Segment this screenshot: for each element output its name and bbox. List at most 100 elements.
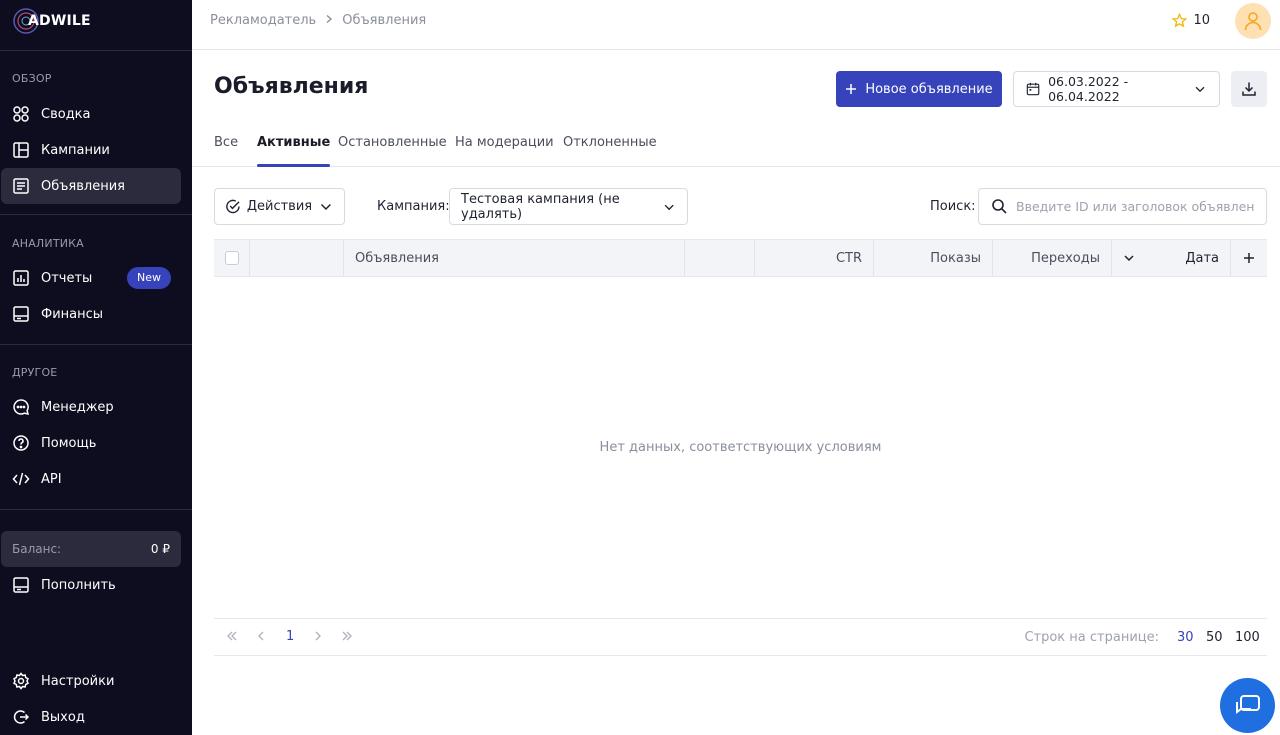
reports-icon xyxy=(12,269,30,287)
date-range-picker[interactable]: 06.03.2022 - 06.04.2022 xyxy=(1013,71,1220,107)
column-header-clicks[interactable]: Переходы xyxy=(993,240,1112,276)
next-page-button[interactable] xyxy=(311,629,325,643)
calendar-icon xyxy=(1026,82,1040,96)
chevron-right-icon xyxy=(315,631,321,641)
tabs: Все Активные Остановленные На модерации … xyxy=(192,126,1280,167)
sidebar-item-label: Отчеты xyxy=(41,270,93,286)
last-page-button[interactable] xyxy=(340,629,354,643)
tab-rejected[interactable]: Отклоненные xyxy=(563,135,657,166)
sidebar-item-finance[interactable]: Финансы xyxy=(0,296,182,332)
campaign-select-value: Тестовая кампания (не удалять) xyxy=(461,191,620,222)
chevron-left-icon xyxy=(258,631,264,641)
pagination: 1 Строк на странице: 30 50 100 xyxy=(214,618,1267,656)
breadcrumb: Рекламодатель Объявления xyxy=(210,13,426,28)
rows-option-30[interactable]: 30 xyxy=(1177,630,1194,645)
finance-icon xyxy=(12,305,30,323)
points-counter[interactable]: 10 xyxy=(1172,13,1210,28)
sidebar-item-label: Выход xyxy=(41,709,85,725)
sidebar-divider xyxy=(0,344,192,345)
section-title-analytics: Аналитика xyxy=(12,237,84,250)
support-chat-button[interactable] xyxy=(1220,678,1275,733)
sidebar-divider xyxy=(0,509,192,510)
add-column-button[interactable] xyxy=(1231,240,1267,276)
column-header-ctr[interactable]: CTR xyxy=(755,240,874,276)
campaigns-icon xyxy=(12,141,30,159)
sidebar-item-ads[interactable]: Объявления xyxy=(1,168,181,204)
search-box xyxy=(978,188,1267,225)
sidebar-item-label: Объявления xyxy=(41,178,125,194)
rows-per-page-label: Строк на странице: xyxy=(1024,630,1159,645)
sidebar-item-campaigns[interactable]: Кампании xyxy=(0,132,182,168)
select-all-checkbox[interactable] xyxy=(224,251,239,265)
new-badge: New xyxy=(127,267,171,289)
search-input[interactable] xyxy=(1016,199,1254,214)
avatar[interactable] xyxy=(1235,3,1271,39)
breadcrumb-item-ads: Объявления xyxy=(342,13,427,28)
breadcrumb-item-advertiser[interactable]: Рекламодатель xyxy=(210,13,316,28)
plus-icon xyxy=(846,84,857,94)
rows-option-100[interactable]: 100 xyxy=(1235,630,1260,645)
sidebar-item-label: Кампании xyxy=(41,142,110,158)
column-header-date-cell[interactable]: Дата xyxy=(1112,240,1231,276)
section-title-other: Другое xyxy=(12,366,58,379)
brand-name: ADWILE xyxy=(28,13,91,29)
sidebar-item-settings[interactable]: Настройки xyxy=(0,663,182,699)
empty-state-message: Нет данных, соответствующих условиям xyxy=(599,440,882,455)
brand-logo[interactable]: ADWILE xyxy=(12,6,91,36)
sidebar-item-logout[interactable]: Выход xyxy=(0,699,182,735)
points-value: 10 xyxy=(1193,13,1210,28)
page-number[interactable]: 1 xyxy=(286,629,294,644)
actions-label: Действия xyxy=(246,199,313,214)
column-header-impressions[interactable]: Показы xyxy=(874,240,993,276)
topbar: Рекламодатель Объявления 10 xyxy=(192,0,1280,50)
tab-stopped[interactable]: Остановленные xyxy=(338,135,447,166)
tab-all[interactable]: Все xyxy=(214,135,238,166)
sidebar-item-label: Менеджер xyxy=(41,399,114,415)
column-header-ads[interactable]: Объявления xyxy=(344,240,685,276)
tab-moderation[interactable]: На модерации xyxy=(455,135,554,166)
new-ad-button-label: Новое объявление xyxy=(865,81,993,97)
header-select-all-cell xyxy=(214,240,250,276)
date-range-value: 06.03.2022 - 06.04.2022 xyxy=(1048,74,1129,104)
search-label: Поиск: xyxy=(930,199,976,214)
download-button[interactable] xyxy=(1231,71,1267,107)
sidebar-item-label: Пополнить xyxy=(41,577,116,593)
sidebar-item-help[interactable]: Помощь xyxy=(0,425,182,461)
table-header: Объявления CTR Показы Переходы Дата xyxy=(214,239,1267,277)
sidebar-item-label: API xyxy=(41,471,62,487)
logout-icon xyxy=(12,708,30,726)
first-page-button[interactable] xyxy=(225,629,239,643)
sidebar-item-label: Финансы xyxy=(41,306,104,322)
balance-box: Баланс: 0 ₽ xyxy=(1,531,181,567)
sidebar-item-api[interactable]: API xyxy=(0,461,182,497)
actions-dropdown[interactable]: Действия xyxy=(214,188,345,225)
dashboard-icon xyxy=(12,105,30,123)
header-cell-status xyxy=(685,240,755,276)
balance-label: Баланс: xyxy=(12,542,62,556)
sidebar-item-reports[interactable]: Отчеты New xyxy=(0,260,182,296)
sidebar-item-manager[interactable]: Менеджер xyxy=(0,389,182,425)
chat-icon xyxy=(1235,694,1260,714)
tab-active[interactable]: Активные xyxy=(257,135,331,167)
double-chevron-left-icon xyxy=(227,631,237,641)
sort-chevron-down-icon[interactable] xyxy=(1122,251,1136,265)
header-cell-preview xyxy=(250,240,344,276)
sidebar-item-topup[interactable]: Пополнить xyxy=(0,567,182,603)
sidebar-item-summary[interactable]: Сводка xyxy=(0,96,182,132)
chevron-down-icon xyxy=(664,204,674,210)
sidebar-divider xyxy=(0,214,192,215)
new-ad-button[interactable]: Новое объявление xyxy=(836,71,1002,107)
campaign-select[interactable]: Тестовая кампания (не удалять) xyxy=(449,188,688,225)
gear-icon xyxy=(12,672,30,690)
sidebar-item-label: Настройки xyxy=(41,673,115,689)
balance-value: 0 ₽ xyxy=(150,542,170,556)
check-circle-icon xyxy=(226,199,240,214)
help-icon xyxy=(12,434,30,452)
rows-option-50[interactable]: 50 xyxy=(1206,630,1223,645)
plus-icon xyxy=(1244,253,1254,263)
prev-page-button[interactable] xyxy=(254,629,268,643)
chevron-down-icon xyxy=(321,203,332,211)
code-icon xyxy=(12,470,30,488)
page-title: Объявления xyxy=(214,74,369,99)
column-header-date: Дата xyxy=(1185,250,1219,266)
